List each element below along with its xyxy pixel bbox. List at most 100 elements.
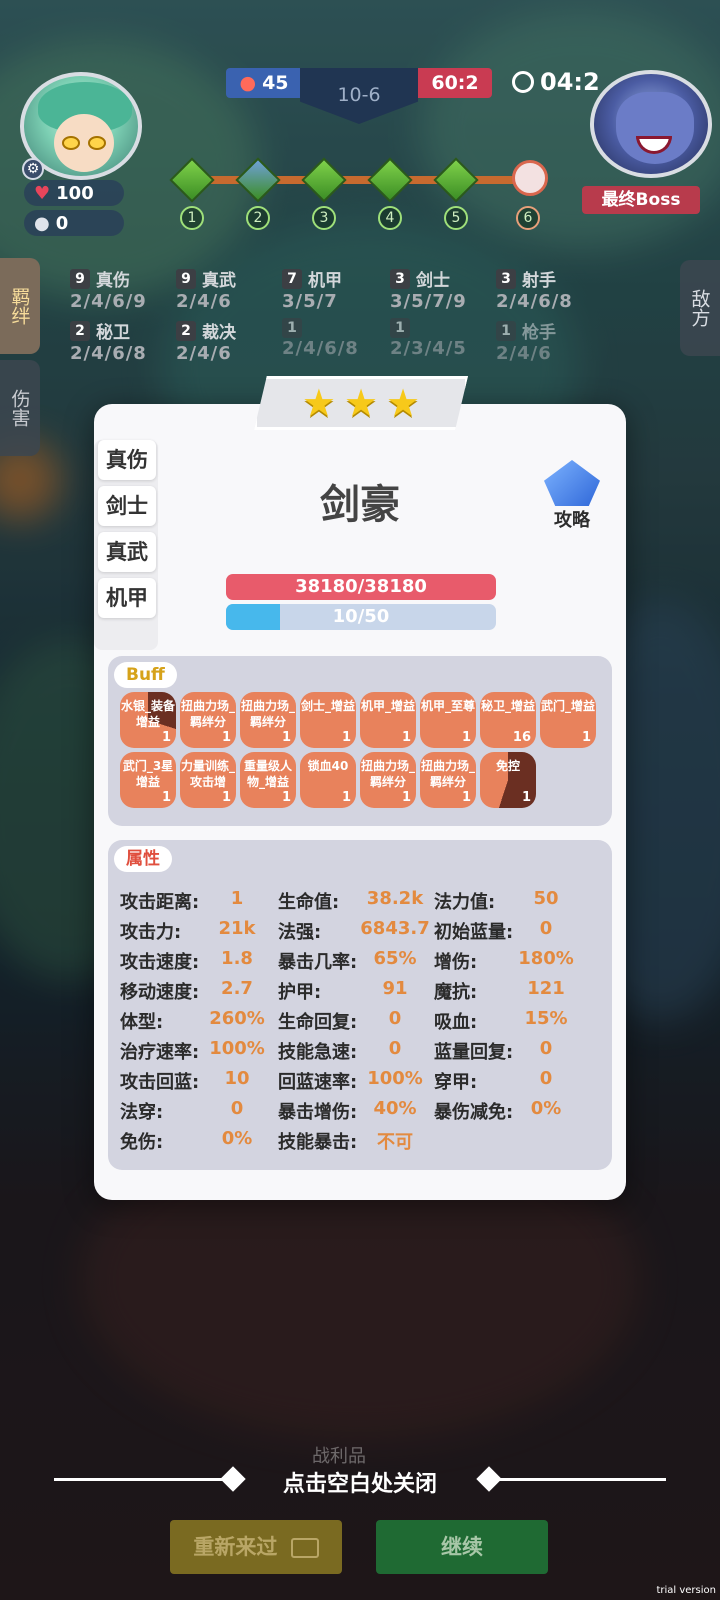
buff-item[interactable]: 扭曲力场_羁绊分 1 — [240, 692, 296, 748]
synergy-tiers: 2/4/6 — [176, 343, 232, 364]
stage-node-2 — [235, 157, 281, 203]
stage-node-5 — [433, 157, 479, 203]
synergy-tiers: 2/4/6/8 — [496, 291, 573, 312]
mana-bar-fill — [226, 604, 280, 630]
synergy-count: 2 — [70, 320, 90, 341]
buff-item[interactable]: 扭曲力场_羁绊分 1 — [420, 752, 476, 808]
buff-count: 1 — [401, 790, 411, 805]
buff-label: 免控 — [495, 759, 520, 773]
stage-number: 6 — [516, 206, 540, 230]
buff-item[interactable]: 水银_装备增益 1 — [120, 692, 176, 748]
buff-count: 16 — [512, 730, 531, 745]
attribute-name: 移动速度: — [120, 982, 200, 1003]
synergy-item[interactable]: 9 真伤 2/4/6/9 — [70, 266, 147, 312]
buff-item[interactable]: 免控 1 — [480, 752, 536, 808]
buff-item[interactable]: 秘卫_增益 16 — [480, 692, 536, 748]
buff-count: 1 — [161, 730, 171, 745]
boss-stage-skull-icon — [512, 160, 548, 196]
synergy-name: 真伤 — [96, 271, 130, 291]
buff-item[interactable]: 扭曲力场_羁绊分 1 — [360, 752, 416, 808]
attribute-value: 21k — [218, 918, 256, 939]
buff-count: 1 — [341, 730, 351, 745]
synergy-name: 剑士 — [416, 271, 450, 291]
buff-label: 扭曲力场_羁绊分 — [360, 759, 415, 789]
buff-item[interactable]: 机甲_增益 1 — [360, 692, 416, 748]
red-score: 60:2 — [418, 68, 492, 98]
guide-label: 攻略 — [554, 510, 590, 531]
synergy-name: 机甲 — [308, 271, 342, 291]
stage-node-4 — [367, 157, 413, 203]
buff-label: 水银_装备增益 — [120, 699, 175, 729]
attribute-value: 100% — [209, 1038, 265, 1059]
synergy-count: 1 — [496, 320, 516, 341]
buff-count: 1 — [461, 730, 471, 745]
buff-item[interactable]: 武门_3星增益 1 — [120, 752, 176, 808]
final-boss-label: 最终Boss — [582, 186, 700, 214]
synergy-tiers: 2/4/6 — [176, 291, 232, 312]
retry-button[interactable]: 重新来过 — [170, 1520, 342, 1574]
attribute-name: 法穿: — [120, 1102, 164, 1123]
buff-count: 1 — [281, 790, 291, 805]
tab-damage[interactable]: 伤害 — [0, 360, 40, 456]
buff-item[interactable]: 扭曲力场_羁绊分 1 — [180, 692, 236, 748]
tab-bonds[interactable]: 羁绊 — [0, 258, 40, 354]
boss-avatar[interactable] — [590, 70, 712, 178]
graduation-cap-icon — [544, 460, 600, 506]
synergy-item[interactable]: 2 裁决 2/4/6 — [176, 318, 236, 364]
buff-item[interactable]: 剑士_增益 1 — [300, 692, 356, 748]
stage-number: 1 — [180, 206, 204, 230]
synergy-item[interactable]: 9 真武 2/4/6 — [176, 266, 236, 312]
loot-label: 战利品 — [312, 1446, 366, 1467]
coin-icon: ● — [34, 212, 50, 234]
buff-item[interactable]: 武门_增益 1 — [540, 692, 596, 748]
buff-title: Buff — [114, 662, 177, 688]
mana-bar: 10/50 — [226, 604, 496, 630]
synergy-tiers: 2/4/6/8 — [70, 343, 147, 364]
synergy-item[interactable]: 1 2/4/6/8 — [282, 318, 359, 359]
trait-tag[interactable]: 剑士 — [98, 486, 156, 526]
buff-label: 扭曲力场_羁绊分 — [180, 699, 235, 729]
trait-tag[interactable]: 真伤 — [98, 440, 156, 480]
attribute-value: 0% — [221, 1128, 253, 1149]
trait-tag[interactable]: 真武 — [98, 532, 156, 572]
buff-label: 重量级人物_增益 — [243, 759, 292, 789]
buff-count: 1 — [581, 730, 591, 745]
synergy-count: 3 — [390, 268, 410, 289]
buff-item[interactable]: 重量级人物_增益 1 — [240, 752, 296, 808]
buff-label: 剑士_增益 — [300, 699, 355, 713]
guide-button[interactable]: 攻略 — [540, 460, 604, 534]
stage-node-1 — [169, 157, 215, 203]
attribute-name: 魔抗: — [434, 982, 478, 1003]
synergy-item[interactable]: 3 剑士 3/5/7/9 — [390, 266, 467, 312]
divider — [496, 1478, 666, 1481]
attribute-value: 1.8 — [221, 948, 253, 969]
synergy-name: 裁决 — [202, 323, 236, 343]
synergy-item[interactable]: 7 机甲 3/5/7 — [282, 266, 342, 312]
synergy-item[interactable]: 3 射手 2/4/6/8 — [496, 266, 573, 312]
synergy-tiers: 2/3/4/5 — [390, 338, 467, 359]
synergy-count: 7 — [282, 268, 302, 289]
synergy-item[interactable]: 2 秘卫 2/4/6/8 — [70, 318, 147, 364]
trait-tag[interactable]: 机甲 — [98, 578, 156, 618]
tab-enemy[interactable]: 敌方 — [680, 260, 720, 356]
settings-gear-icon[interactable]: ⚙ — [22, 158, 44, 180]
synergy-item[interactable]: 1 枪手 2/4/6 — [496, 318, 556, 364]
synergy-name: 枪手 — [522, 323, 556, 343]
timer-value: 04:2 — [540, 68, 600, 96]
synergy-count: 3 — [496, 268, 516, 289]
buff-item[interactable]: 锁血40 1 — [300, 752, 356, 808]
synergy-item[interactable]: 1 2/3/4/5 — [390, 318, 467, 359]
retry-label: 重新来过 — [193, 1535, 278, 1559]
attribute-name: 法力值: — [434, 892, 496, 913]
attribute-value: 2.7 — [221, 978, 253, 999]
buff-item[interactable]: 机甲_至尊 1 — [420, 692, 476, 748]
synergy-count: 9 — [70, 268, 90, 289]
continue-button[interactable]: 继续 — [376, 1520, 548, 1574]
buff-count: 1 — [221, 790, 231, 805]
close-hint[interactable]: 点击空白处关闭 — [0, 1466, 720, 1498]
blue-score-value: 45 — [262, 72, 289, 94]
video-icon — [290, 1538, 319, 1558]
synergy-name: 秘卫 — [96, 323, 130, 343]
buff-count: 1 — [401, 730, 411, 745]
buff-item[interactable]: 力量训练_攻击增 1 — [180, 752, 236, 808]
